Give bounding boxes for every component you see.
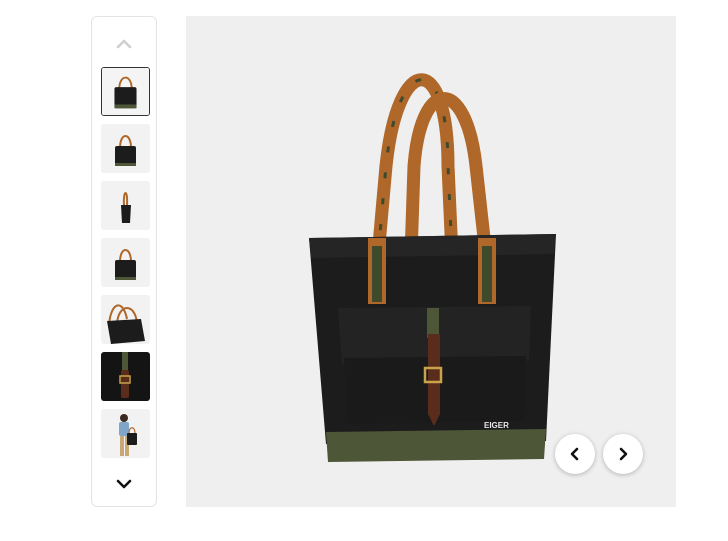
- thumbnail-side[interactable]: [101, 181, 150, 230]
- chevron-right-icon: [619, 447, 628, 461]
- thumbnail-detail-strap[interactable]: [101, 352, 150, 401]
- bag-thumbnail-image: [101, 238, 150, 287]
- thumbnail-angle[interactable]: [101, 295, 150, 344]
- next-image-button[interactable]: [603, 434, 643, 474]
- bag-thumbnail-image: [101, 352, 150, 401]
- thumbnail-front-alt[interactable]: [101, 124, 150, 173]
- scroll-up-button[interactable]: [92, 29, 156, 57]
- thumbnail-back[interactable]: [101, 238, 150, 287]
- bag-thumbnail-image: [102, 68, 149, 115]
- previous-image-button[interactable]: [555, 434, 595, 474]
- bag-thumbnail-image: [101, 124, 150, 173]
- chevron-up-icon: [116, 39, 132, 49]
- thumbnail-model-wear[interactable]: [101, 409, 150, 458]
- bag-thumbnail-image: [101, 295, 150, 344]
- brand-label: EIGER: [484, 421, 509, 430]
- thumbnail-front[interactable]: [101, 67, 150, 116]
- model-thumbnail-image: [101, 409, 150, 458]
- main-product-image: EIGER: [186, 16, 676, 507]
- tote-bag-image: EIGER: [186, 16, 676, 507]
- scroll-down-button[interactable]: [92, 470, 156, 498]
- bag-thumbnail-image: [101, 181, 150, 230]
- thumbnail-rail: [91, 16, 157, 507]
- chevron-down-icon: [116, 479, 132, 489]
- chevron-left-icon: [570, 447, 579, 461]
